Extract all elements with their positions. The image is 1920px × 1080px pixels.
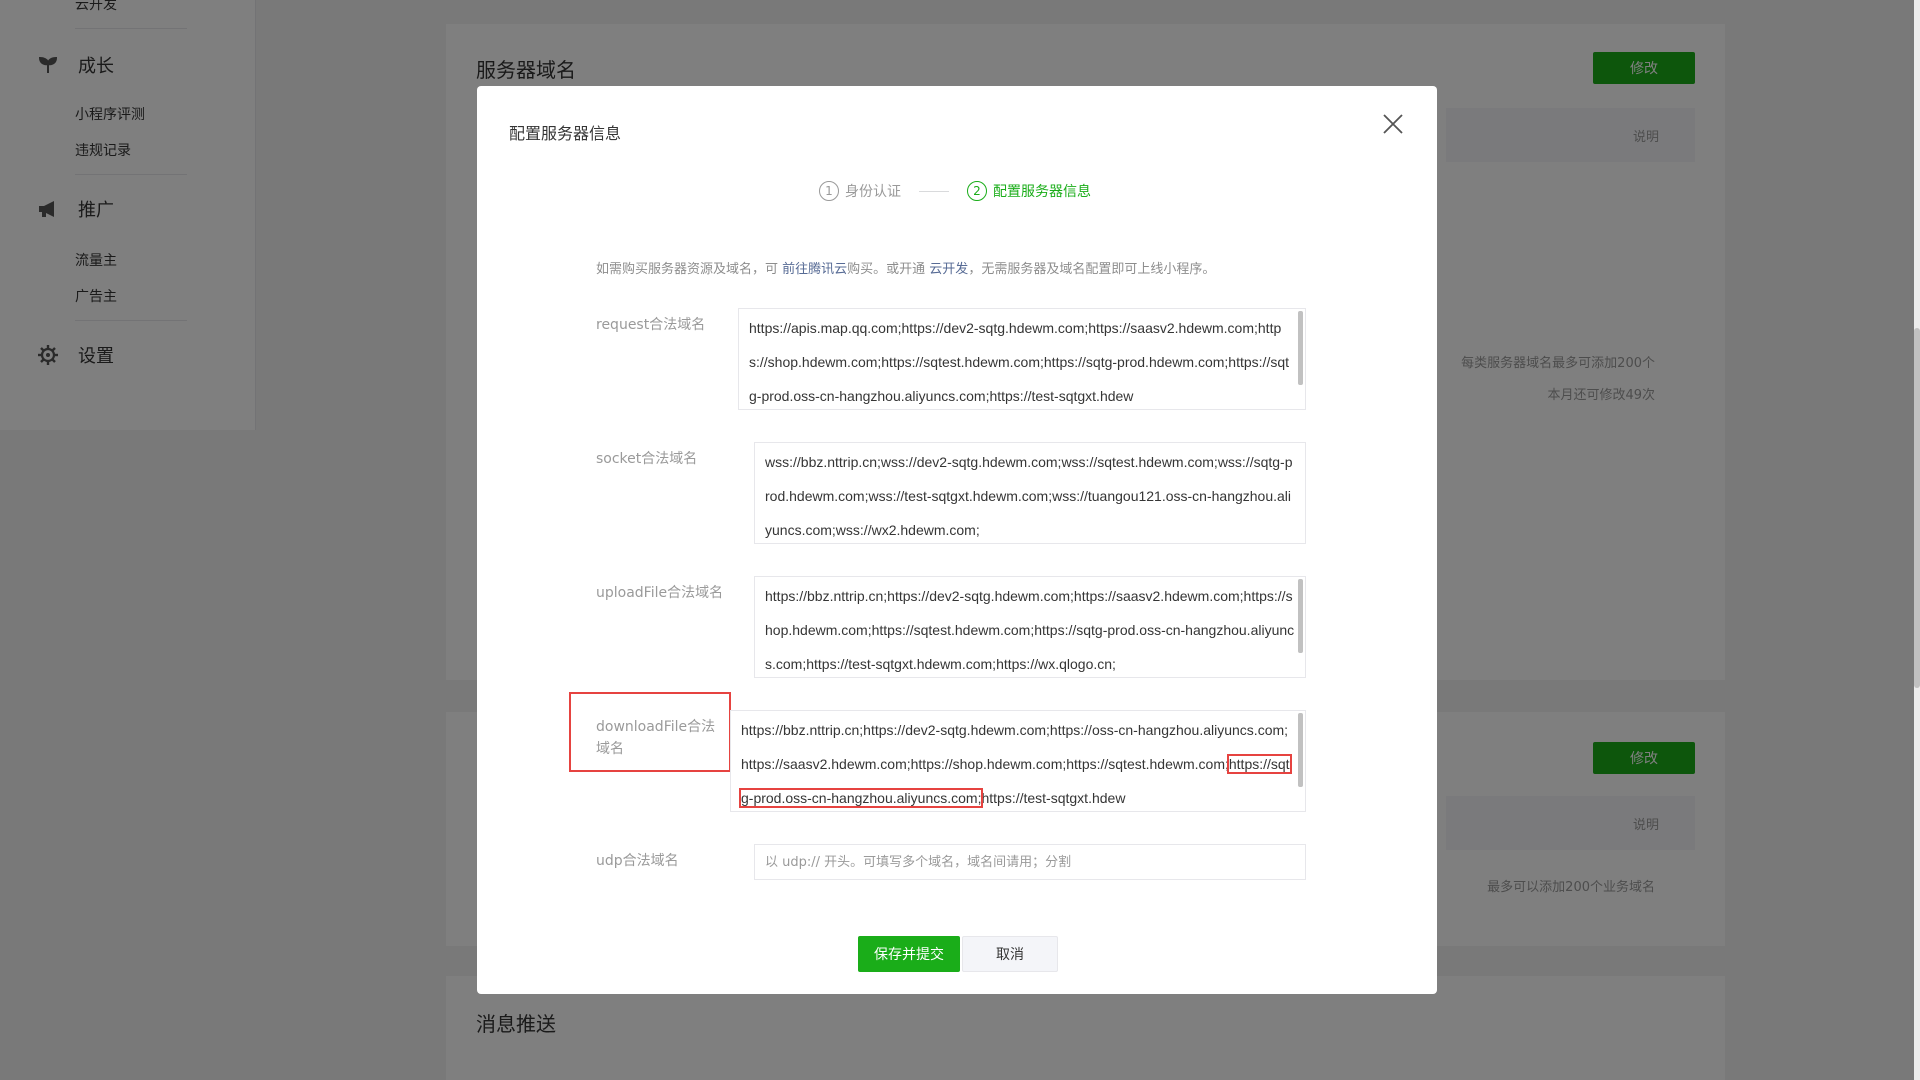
label-line: 域名	[596, 741, 624, 757]
save-submit-button[interactable]: 保存并提交	[858, 936, 960, 972]
close-icon	[1383, 114, 1403, 134]
uploadfile-domain-value: https://bbz.nttrip.cn;https://dev2-sqtg.…	[765, 588, 1295, 672]
textarea-scrollbar[interactable]	[1298, 713, 1303, 787]
config-server-modal: 配置服务器信息 1 身份认证 2 配置服务器信息 如需购买服务器资源及域名，可 …	[477, 86, 1437, 994]
downloadfile-domain-label: downloadFile合法 域名	[596, 716, 715, 760]
step-number: 2	[967, 181, 987, 201]
tip-text: 购买。或开通	[847, 262, 930, 277]
udp-domain-input[interactable]	[754, 844, 1306, 880]
tip-text: 如需购买服务器资源及域名，可	[596, 262, 783, 277]
cloud-dev-link[interactable]: 云开发	[929, 262, 968, 277]
label-line: downloadFile合法	[596, 719, 716, 735]
socket-domain-textarea[interactable]: wss://bbz.nttrip.cn;wss://dev2-sqtg.hdew…	[754, 442, 1306, 544]
uploadfile-domain-label: uploadFile合法域名	[596, 585, 724, 601]
step-connector	[919, 190, 949, 192]
scrollbar-thumb[interactable]	[1914, 328, 1920, 688]
textarea-scrollbar[interactable]	[1298, 579, 1303, 653]
downloadfile-domain-textarea[interactable]: https://bbz.nttrip.cn;https://dev2-sqtg.…	[730, 710, 1306, 812]
page-scrollbar[interactable]	[1914, 0, 1920, 1080]
request-domain-textarea[interactable]: https://apis.map.qq.com;https://dev2-sqt…	[738, 308, 1306, 410]
modal-title: 配置服务器信息	[509, 124, 622, 143]
purchase-tip: 如需购买服务器资源及域名，可 前往腾讯云购买。或开通 云开发，无需服务器及域名配…	[596, 258, 1215, 277]
socket-domain-label: socket合法域名	[596, 451, 698, 467]
tip-text: ，无需服务器及域名配置即可上线小程序。	[968, 262, 1216, 277]
request-domain-label: request合法域名	[596, 317, 706, 333]
step-indicator: 1 身份认证 2 配置服务器信息	[819, 181, 1091, 201]
step-label: 配置服务器信息	[993, 184, 1091, 200]
udp-domain-label: udp合法域名	[596, 853, 679, 869]
cancel-button[interactable]: 取消	[962, 936, 1058, 972]
textarea-scrollbar[interactable]	[1298, 311, 1303, 385]
step-number: 1	[819, 181, 839, 201]
step-config-server: 2 配置服务器信息	[967, 181, 1091, 201]
step-label: 身份认证	[845, 184, 901, 200]
step-identity: 1 身份认证	[819, 181, 901, 201]
tencent-cloud-link[interactable]: 前往腾讯云	[782, 262, 847, 277]
downloadfile-domain-value: https://bbz.nttrip.cn;https://dev2-sqtg.…	[741, 722, 1289, 772]
close-button[interactable]	[1379, 110, 1407, 138]
request-domain-value: https://apis.map.qq.com;https://dev2-sqt…	[749, 320, 1290, 404]
socket-domain-value: wss://bbz.nttrip.cn;wss://dev2-sqtg.hdew…	[765, 454, 1293, 538]
downloadfile-domain-value-tail: https://test-sqtgxt.hdew	[981, 790, 1126, 806]
uploadfile-domain-textarea[interactable]: https://bbz.nttrip.cn;https://dev2-sqtg.…	[754, 576, 1306, 678]
